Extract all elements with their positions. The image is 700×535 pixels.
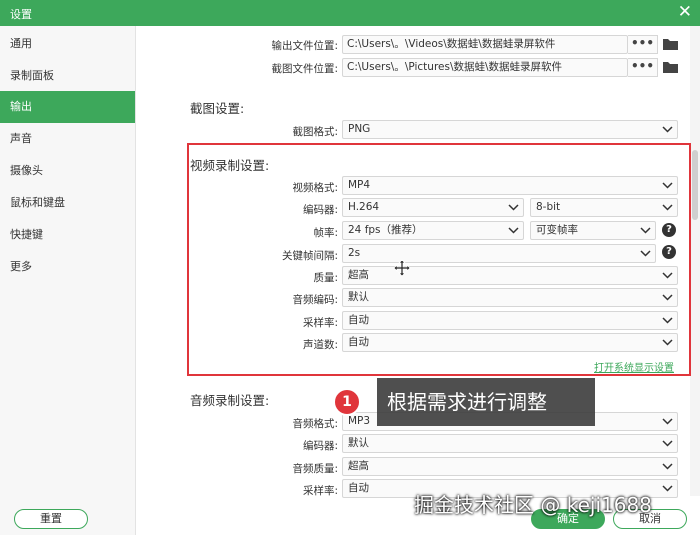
chevron-down-icon — [662, 182, 673, 189]
close-icon[interactable]: ✕ — [678, 2, 692, 22]
output-location-label: 输出文件位置: — [271, 40, 338, 52]
sidebar-item-sound[interactable]: 声音 — [0, 123, 135, 155]
chevron-down-icon — [662, 204, 673, 211]
video-settings-title: 视频录制设置: — [190, 158, 270, 173]
framerate-mode-value: 可变帧率 — [536, 224, 578, 236]
audio-codec-value: 默认 — [348, 291, 369, 303]
sidebar-item-recording-panel[interactable]: 录制面板 — [0, 60, 135, 92]
encoder-select[interactable]: H.264 — [342, 198, 524, 217]
audio-encoder-select[interactable]: 默认 — [342, 434, 678, 453]
quality-label: 质量: — [313, 272, 338, 284]
sidebar-item-general[interactable]: 通用 — [0, 28, 135, 60]
screenshot-location-field[interactable]: C:\Users\。\Pictures\数据蛙\数据蛙录屏软件 — [342, 58, 628, 77]
reset-button[interactable]: 重置 — [14, 509, 88, 529]
screenshot-settings-title: 截图设置: — [190, 101, 245, 116]
chevron-down-icon — [662, 317, 673, 324]
sample-rate-label: 采样率: — [302, 317, 338, 329]
audio-encoder-value: 默认 — [348, 437, 369, 449]
title-bar: 设置 ✕ — [0, 0, 700, 26]
video-format-select[interactable]: MP4 — [342, 176, 678, 195]
encoder-label: 编码器: — [302, 204, 338, 216]
scrollbar-track[interactable] — [690, 26, 700, 496]
window-title: 设置 — [10, 8, 32, 21]
screenshot-format-value: PNG — [348, 123, 371, 135]
move-cursor-icon — [393, 259, 411, 277]
chevron-down-icon — [662, 339, 673, 346]
system-display-settings-link[interactable]: 打开系统显示设置 — [594, 359, 674, 374]
audio-codec-label: 音频编码: — [292, 294, 338, 306]
chevron-down-icon — [640, 250, 651, 257]
audio-settings-title: 音频录制设置: — [190, 393, 270, 408]
channels-select[interactable]: 自动 — [342, 333, 678, 352]
audio-sample-rate-value: 自动 — [348, 482, 369, 494]
video-format-value: MP4 — [348, 179, 371, 191]
annotation-callout: 根据需求进行调整 — [377, 378, 595, 426]
chevron-down-icon — [662, 418, 673, 425]
framerate-label: 帧率: — [313, 227, 338, 239]
audio-codec-select[interactable]: 默认 — [342, 288, 678, 307]
folder-icon[interactable] — [662, 37, 679, 51]
screenshot-browse-button[interactable]: ••• — [628, 58, 658, 77]
audio-quality-select[interactable]: 超高 — [342, 457, 678, 476]
audio-quality-value: 超高 — [348, 460, 369, 472]
sidebar-item-mouse-keyboard[interactable]: 鼠标和键盘 — [0, 187, 135, 219]
sidebar-item-camera[interactable]: 摄像头 — [0, 155, 135, 187]
keyframe-interval-label: 关键帧间隔: — [281, 250, 338, 262]
chevron-down-icon — [662, 440, 673, 447]
keyframe-interval-select[interactable]: 2s — [342, 244, 656, 263]
sample-rate-select[interactable]: 自动 — [342, 311, 678, 330]
output-location-field[interactable]: C:\Users\。\Videos\数据蛙\数据蛙录屏软件 — [342, 35, 628, 54]
sidebar-item-hotkeys[interactable]: 快捷键 — [0, 219, 135, 251]
bit-depth-value: 8-bit — [536, 201, 561, 213]
audio-quality-label: 音频质量: — [292, 463, 338, 475]
framerate-mode-select[interactable]: 可变帧率 — [530, 221, 656, 240]
annotation-badge: 1 — [333, 388, 361, 416]
scrollbar-thumb[interactable] — [692, 150, 698, 220]
screenshot-format-label: 截图格式: — [292, 126, 338, 138]
chevron-down-icon — [662, 485, 673, 492]
chevron-down-icon — [640, 227, 651, 234]
encoder-value: H.264 — [348, 201, 380, 213]
chevron-down-icon — [662, 463, 673, 470]
screenshot-format-select[interactable]: PNG — [342, 120, 678, 139]
folder-icon[interactable] — [662, 60, 679, 74]
sidebar: 通用 录制面板 输出 声音 摄像头 鼠标和键盘 快捷键 更多 — [0, 26, 136, 535]
quality-value: 超高 — [348, 269, 369, 281]
sample-rate-value: 自动 — [348, 314, 369, 326]
sidebar-item-more[interactable]: 更多 — [0, 251, 135, 283]
channels-value: 自动 — [348, 336, 369, 348]
framerate-select[interactable]: 24 fps（推荐） — [342, 221, 524, 240]
chevron-down-icon — [662, 294, 673, 301]
sidebar-item-output[interactable]: 输出 — [0, 91, 135, 123]
framerate-value: 24 fps（推荐） — [348, 224, 423, 236]
chevron-down-icon — [508, 204, 519, 211]
audio-format-value: MP3 — [348, 415, 371, 427]
channels-label: 声道数: — [302, 339, 338, 351]
help-icon[interactable]: ? — [662, 245, 676, 259]
bit-depth-select[interactable]: 8-bit — [530, 198, 678, 217]
output-browse-button[interactable]: ••• — [628, 35, 658, 54]
video-format-label: 视频格式: — [292, 182, 338, 194]
chevron-down-icon — [662, 272, 673, 279]
audio-encoder-label: 编码器: — [302, 440, 338, 452]
watermark: 掘金技术社区 @ keji1688 — [414, 493, 652, 517]
chevron-down-icon — [508, 227, 519, 234]
help-icon[interactable]: ? — [662, 223, 676, 237]
audio-format-label: 音频格式: — [292, 418, 338, 430]
chevron-down-icon — [662, 126, 673, 133]
keyframe-interval-value: 2s — [348, 247, 361, 259]
screenshot-location-label: 截图文件位置: — [271, 63, 338, 75]
